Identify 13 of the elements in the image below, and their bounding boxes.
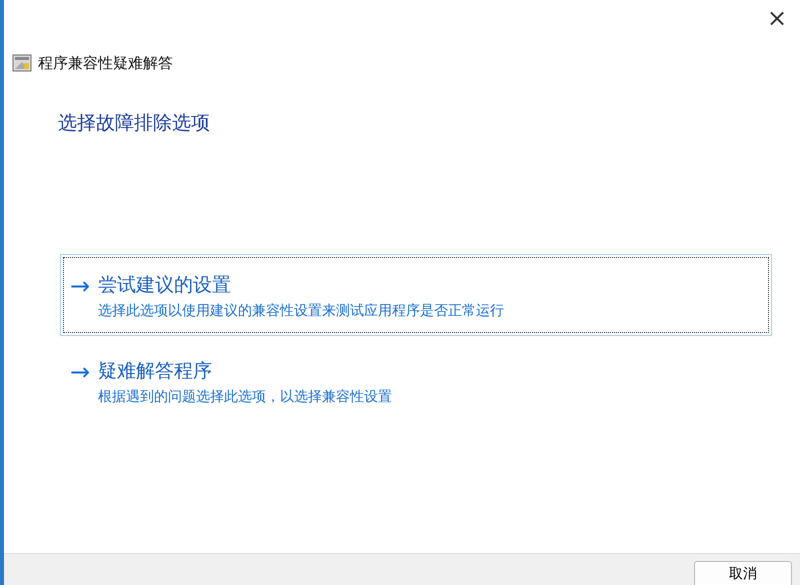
close-button[interactable]: × [754,0,800,36]
arrow-icon: → [70,358,90,406]
option-link[interactable]: → 疑难解答程序 根据遇到的问题选择此选项，以选择兼容性设置 [60,340,772,422]
arrow-icon: → [70,272,90,320]
option-description: 根据遇到的问题选择此选项，以选择兼容性设置 [98,388,392,406]
option-link[interactable]: → 尝试建议的设置 选择此选项以使用建议的兼容性设置来测试应用程序是否正常运行 [60,254,772,336]
option-description: 选择此选项以使用建议的兼容性设置来测试应用程序是否正常运行 [98,302,504,320]
cancel-button[interactable]: 取消 [694,561,792,585]
page-heading: 选择故障排除选项 [58,111,211,136]
option-title: 尝试建议的设置 [98,273,232,298]
window-title: 程序兼容性疑难解答 [38,54,173,72]
option-title: 疑难解答程序 [98,359,214,384]
window-icon [12,53,32,73]
